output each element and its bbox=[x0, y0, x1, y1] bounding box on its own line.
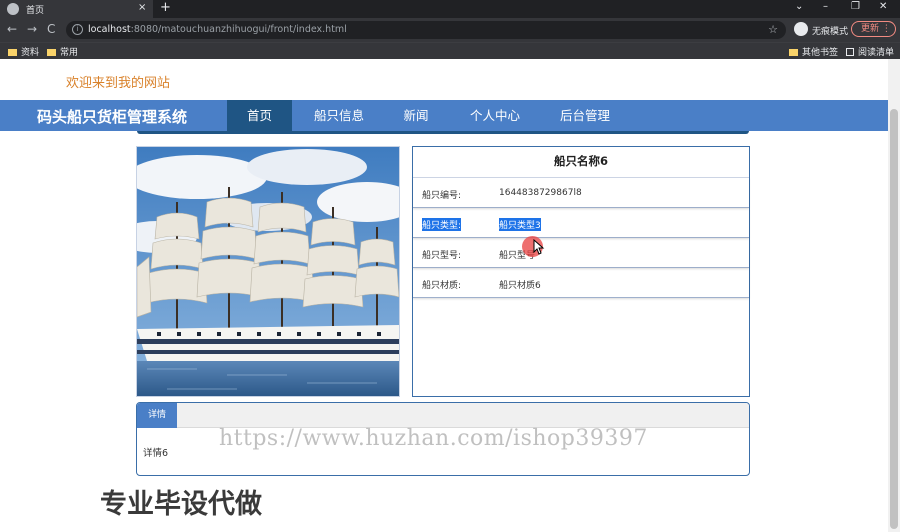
restore-icon[interactable]: ❐ bbox=[851, 1, 860, 12]
tab-close-icon[interactable]: × bbox=[138, 2, 146, 13]
minimize-icon[interactable]: – bbox=[823, 1, 828, 12]
update-button[interactable]: 更新 ⋮ bbox=[851, 21, 896, 37]
nav-underbar bbox=[137, 131, 749, 134]
promo-text: 专业毕设代做 bbox=[100, 489, 262, 520]
close-window-icon[interactable]: ✕ bbox=[879, 1, 887, 12]
nav-admin[interactable]: 后台管理 bbox=[550, 100, 620, 131]
field-label: 船只型号: bbox=[422, 251, 462, 261]
detail-content: 详情6 bbox=[143, 448, 169, 459]
nav-ship-info[interactable]: 船只信息 bbox=[304, 100, 374, 131]
ship-info-panel: 船只名称6 船只编号: 1644838729867l8 船只类型: 船只类型3 … bbox=[412, 146, 750, 397]
nav-news[interactable]: 新闻 bbox=[392, 100, 440, 131]
forward-icon[interactable]: → bbox=[27, 22, 37, 36]
page-content: 欢迎来到我的网站 码头船只货柜管理系统 首页 船只信息 新闻 个人中心 后台管理 bbox=[0, 59, 888, 532]
new-tab-button[interactable]: + bbox=[160, 0, 171, 15]
globe-icon bbox=[7, 3, 19, 15]
field-label: 船只编号: bbox=[422, 191, 462, 201]
scrollbar-thumb[interactable] bbox=[890, 109, 898, 529]
reading-list-icon bbox=[846, 48, 854, 56]
back-icon[interactable]: ← bbox=[7, 22, 17, 36]
info-icon[interactable]: i bbox=[72, 24, 83, 35]
main-navbar: 码头船只货柜管理系统 首页 船只信息 新闻 个人中心 后台管理 bbox=[0, 100, 888, 131]
field-label: 船只类型: bbox=[422, 218, 462, 231]
folder-icon bbox=[789, 49, 798, 56]
browser-titlebar: 首页 × + ⌄ – ❐ ✕ bbox=[0, 0, 900, 18]
nav-personal-center[interactable]: 个人中心 bbox=[460, 100, 530, 131]
browser-tab[interactable]: 首页 × bbox=[0, 0, 153, 18]
url-path: :8080/matouchuanzhihuogui/front/index.ht… bbox=[130, 24, 347, 35]
bookmark-label: 资料 bbox=[21, 48, 40, 58]
page-scrollbar[interactable] bbox=[888, 59, 900, 532]
tab-title: 首页 bbox=[26, 6, 45, 16]
star-icon[interactable]: ☆ bbox=[768, 23, 778, 36]
bookmark-label: 其他书签 bbox=[802, 48, 839, 58]
reading-list[interactable]: 阅读清单 bbox=[846, 45, 894, 58]
browser-toolbar: ← → C i localhost:8080/matouchuanzhihuog… bbox=[0, 18, 900, 42]
incognito-icon[interactable] bbox=[794, 22, 808, 36]
ship-image bbox=[136, 146, 400, 397]
tab-search-icon[interactable]: ⌄ bbox=[795, 1, 803, 12]
incognito-label: 无痕模式 bbox=[812, 27, 849, 37]
watermark-text: https://www.huzhan.com/ishop39397 bbox=[219, 426, 648, 451]
bookmark-label: 阅读清单 bbox=[858, 48, 895, 58]
field-value: 船只材质6 bbox=[499, 281, 541, 291]
bookmark-changyong[interactable]: 常用 bbox=[47, 45, 78, 58]
field-row-number: 船只编号: 1644838729867l8 bbox=[413, 178, 749, 208]
site-brand: 码头船只货柜管理系统 bbox=[37, 108, 188, 126]
field-label: 船只材质: bbox=[422, 281, 462, 291]
folder-icon bbox=[8, 49, 17, 56]
welcome-text: 欢迎来到我的网站 bbox=[66, 76, 171, 91]
bookmark-other[interactable]: 其他书签 bbox=[789, 45, 838, 58]
field-row-type: 船只类型: 船只类型3 bbox=[413, 208, 749, 238]
nav-home[interactable]: 首页 bbox=[227, 100, 292, 131]
bookmarks-bar: 资料 常用 其他书签 阅读清单 bbox=[0, 42, 900, 59]
url-host: localhost bbox=[88, 24, 131, 35]
mouse-cursor-icon bbox=[533, 239, 545, 255]
url-text: localhost:8080/matouchuanzhihuogui/front… bbox=[88, 24, 347, 35]
update-label: 更新 bbox=[861, 24, 880, 34]
ship-name-title: 船只名称6 bbox=[413, 147, 749, 178]
bookmark-label: 常用 bbox=[60, 48, 79, 58]
detail-tab-bar: 详情 bbox=[137, 403, 749, 428]
field-value: 船只类型3 bbox=[499, 218, 541, 231]
bookmark-ziliao[interactable]: 资料 bbox=[8, 45, 39, 58]
folder-icon bbox=[47, 49, 56, 56]
field-row-material: 船只材质: 船只材质6 bbox=[413, 268, 749, 298]
field-value: 1644838729867l8 bbox=[499, 188, 582, 198]
reload-icon[interactable]: C bbox=[47, 22, 55, 36]
field-row-model: 船只型号: 船只型号 bbox=[413, 238, 749, 268]
tab-detail[interactable]: 详情 bbox=[137, 403, 177, 428]
address-bar[interactable]: i localhost:8080/matouchuanzhihuogui/fro… bbox=[66, 21, 786, 39]
